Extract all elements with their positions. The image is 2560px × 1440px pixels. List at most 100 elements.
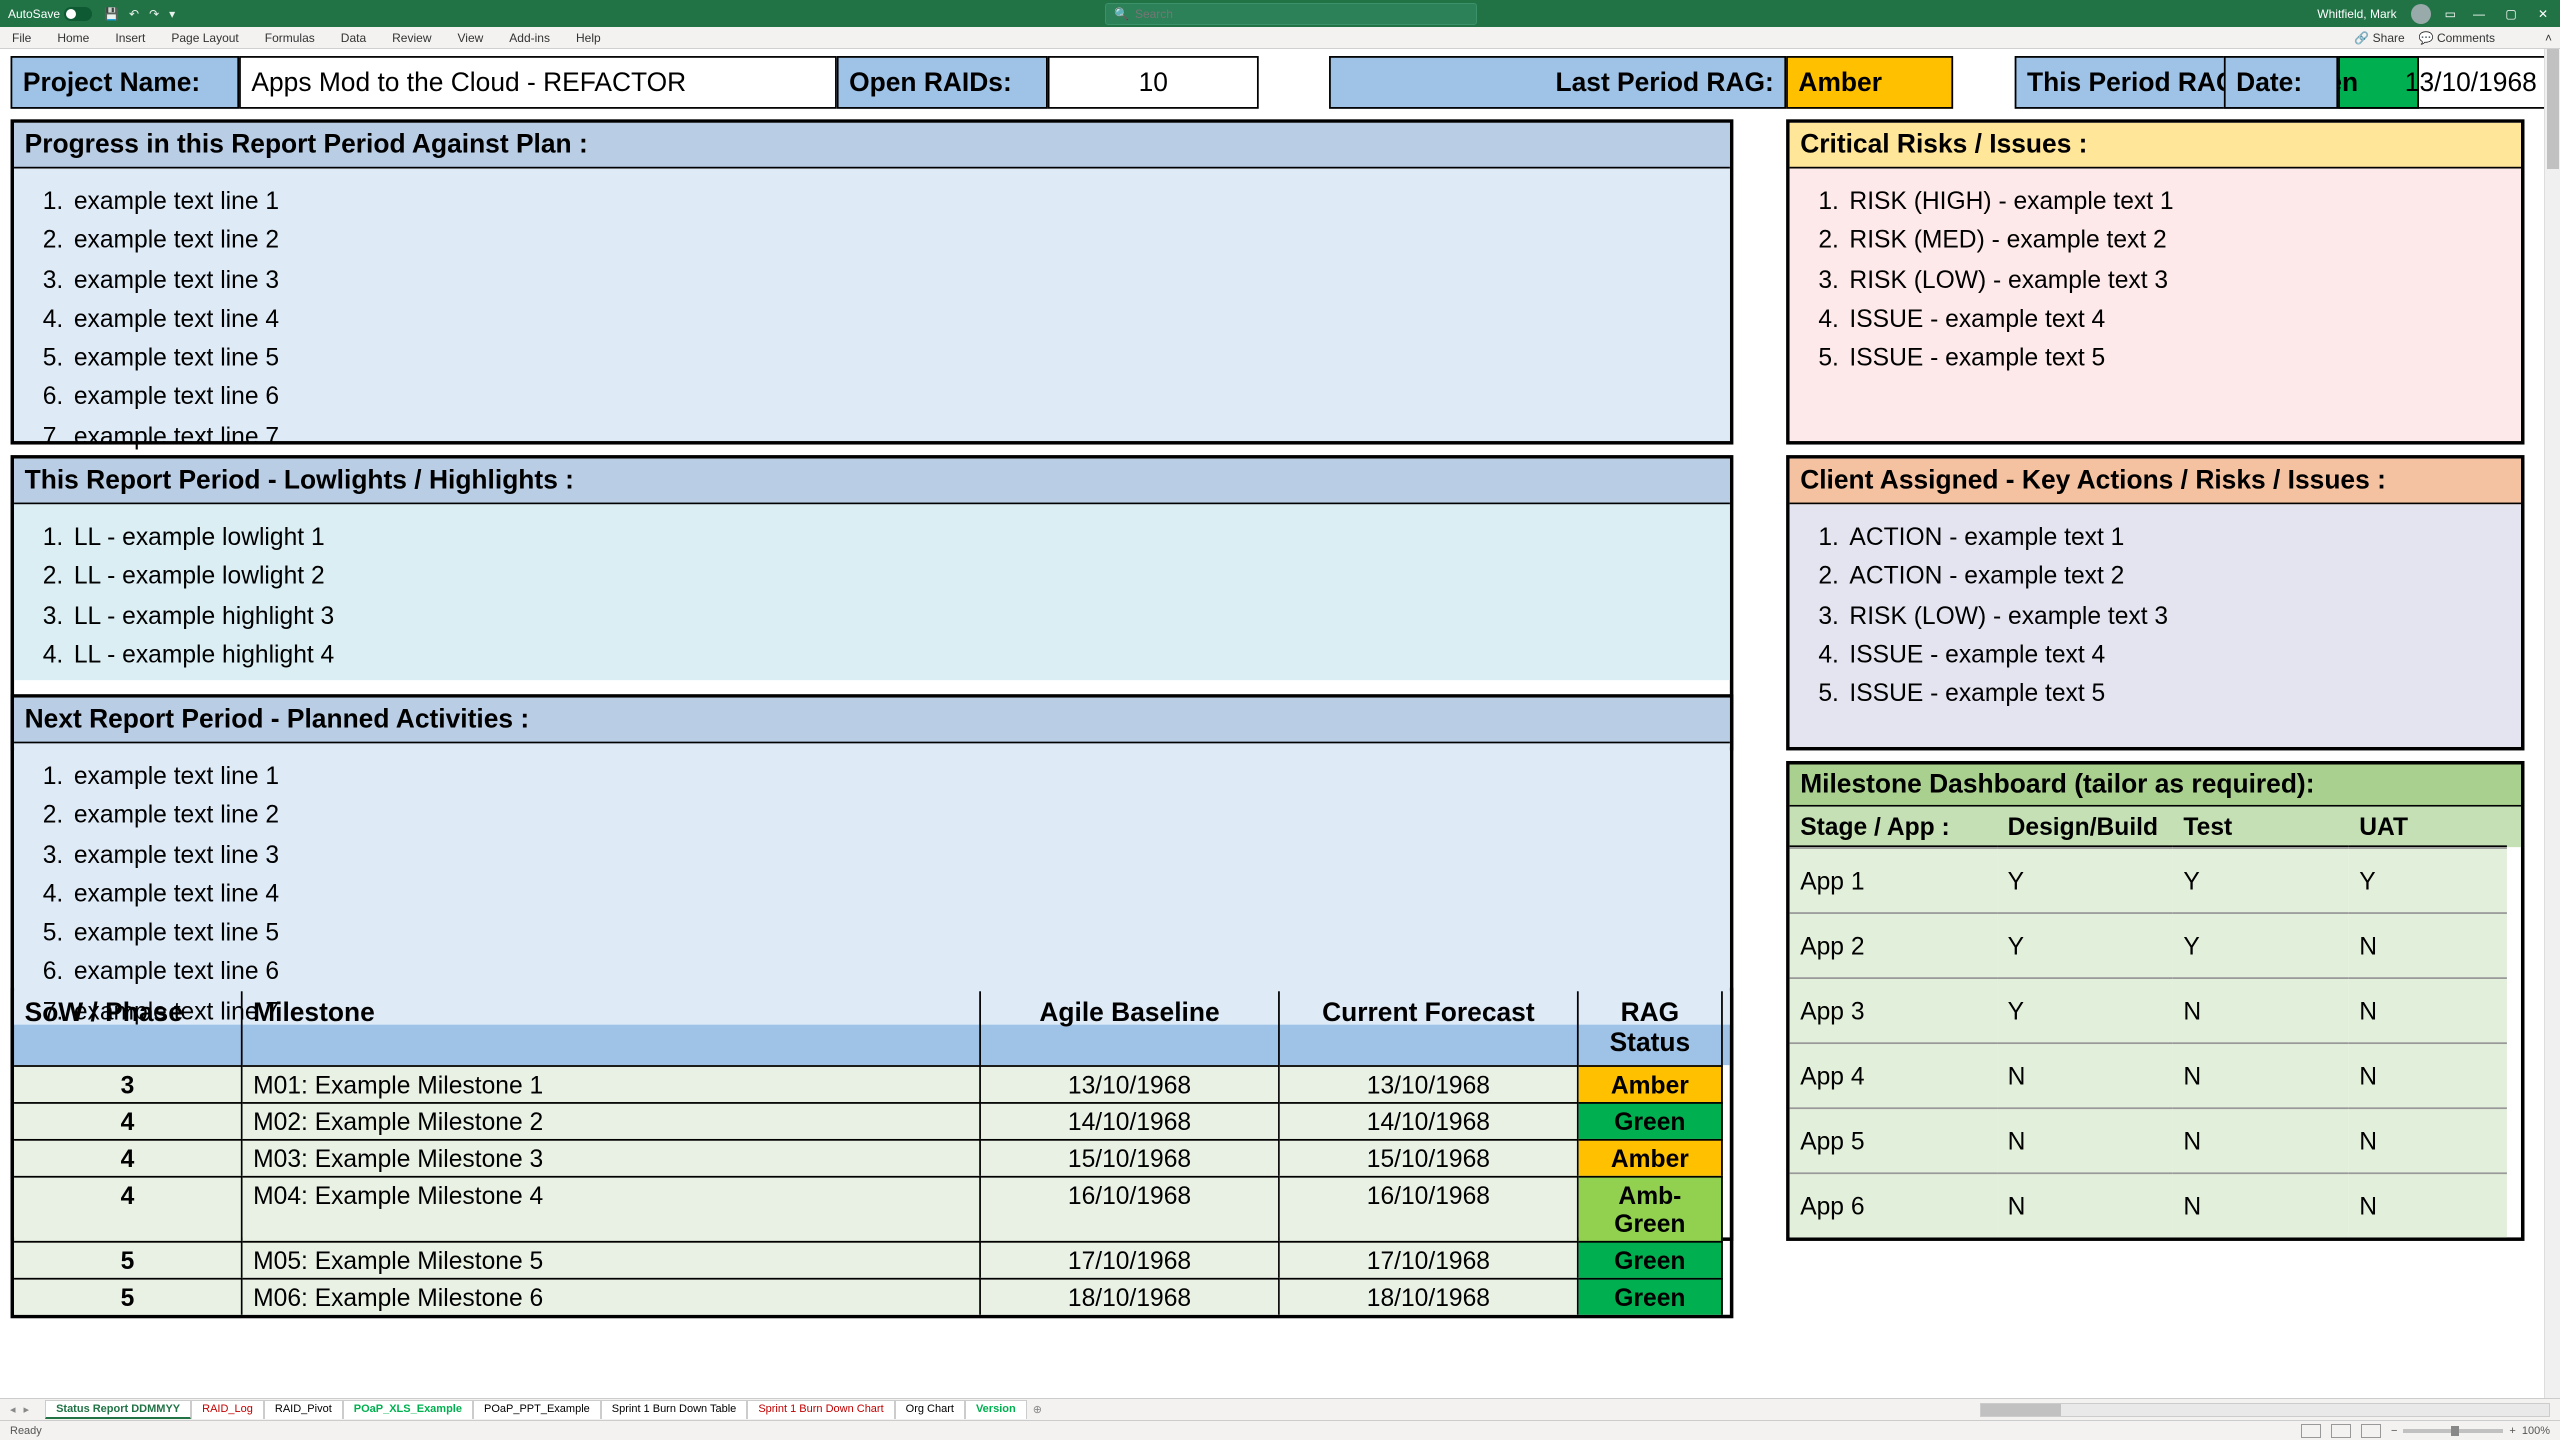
ribbon-tab-file[interactable]: File [8,29,35,47]
vertical-scrollbar[interactable] [2544,49,2560,1398]
list-item[interactable]: 2.example text line 2 [32,222,1713,258]
list-item[interactable]: 6.example text line 6 [32,379,1713,415]
mt-col-milestone[interactable]: Milestone [243,991,981,1065]
tab-nav-first-icon[interactable]: ◂ [10,1403,16,1416]
last-rag-value[interactable]: Amber [1786,56,1953,109]
table-row[interactable]: App 2YYN [1790,912,2521,977]
ribbon-mode-icon[interactable]: ▭ [2445,7,2456,21]
worksheet[interactable]: Project Name: Apps Mod to the Cloud - RE… [0,49,2560,1318]
list-item[interactable]: 4.example text line 4 [32,875,1713,911]
avatar[interactable] [2411,4,2431,24]
sheet-tab-poap-ppt-example[interactable]: POaP_PPT_Example [473,1400,601,1419]
sheet-tab-sprint-1-burn-down-table[interactable]: Sprint 1 Burn Down Table [601,1400,748,1419]
page-layout-view-icon[interactable] [2331,1424,2351,1438]
zoom-in-icon[interactable]: + [2509,1425,2515,1437]
maximize-icon[interactable]: ▢ [2502,7,2520,21]
table-row[interactable]: 4M02: Example Milestone 214/10/196814/10… [14,1102,1730,1139]
comments-button[interactable]: 💬 Comments [2419,31,2495,45]
sheet-tab-raid-log[interactable]: RAID_Log [191,1400,264,1419]
ribbon-tab-home[interactable]: Home [53,29,93,47]
table-row[interactable]: 5M05: Example Milestone 517/10/196817/10… [14,1241,1730,1278]
list-item[interactable]: 4.example text line 4 [32,300,1713,336]
mt-col-baseline[interactable]: Agile Baseline [981,991,1280,1065]
horizontal-scrollbar[interactable] [1980,1403,2550,1417]
next-title[interactable]: Next Report Period - Planned Activities … [14,698,1730,744]
sheet-tab-version[interactable]: Version [965,1400,1027,1419]
list-item[interactable]: 3.RISK (LOW) - example text 3 [1807,261,2503,297]
sheet-tab-org-chart[interactable]: Org Chart [895,1400,965,1419]
list-item[interactable]: 4.ISSUE - example text 4 [1807,300,2503,336]
list-item[interactable]: 2.RISK (MED) - example text 2 [1807,222,2503,258]
mt-col-forecast[interactable]: Current Forecast [1280,991,1579,1065]
sheet-tab-sprint-1-burn-down-chart[interactable]: Sprint 1 Burn Down Chart [747,1400,894,1419]
lowhigh-title[interactable]: This Report Period - Lowlights / Highlig… [14,459,1730,505]
project-name-value[interactable]: Apps Mod to the Cloud - REFACTOR [239,56,837,109]
dash-col-uat[interactable]: UAT [2349,807,2507,847]
dash-col-test[interactable]: Test [2173,807,2349,847]
tab-nav-last-icon[interactable]: ▸ [24,1403,30,1416]
sheet-tab-status-report-ddmmyy[interactable]: Status Report DDMMYY [45,1400,191,1419]
list-item[interactable]: 2.ACTION - example text 2 [1807,558,2503,594]
ribbon-tab-add-ins[interactable]: Add-ins [505,29,554,47]
client-title[interactable]: Client Assigned - Key Actions / Risks / … [1790,459,2521,505]
mt-col-rag[interactable]: RAG Status [1579,991,1723,1065]
project-name-label[interactable]: Project Name: [11,56,240,109]
list-item[interactable]: 1.example text line 1 [32,757,1713,793]
open-raids-label[interactable]: Open RAIDs: [837,56,1048,109]
zoom-level[interactable]: 100% [2522,1425,2550,1437]
date-label[interactable]: Date: [2224,56,2338,109]
search-input[interactable] [1135,7,1468,21]
ribbon-tab-data[interactable]: Data [337,29,370,47]
table-row[interactable]: App 5NNN [1790,1107,2521,1172]
list-item[interactable]: 3.RISK (LOW) - example text 3 [1807,597,2503,633]
zoom-out-icon[interactable]: − [2391,1425,2397,1437]
dash-col-stage[interactable]: Stage / App : [1790,807,1997,847]
dash-col-design[interactable]: Design/Build [1997,807,2173,847]
zoom-slider[interactable] [2403,1429,2503,1433]
table-row[interactable]: 4M03: Example Milestone 315/10/196815/10… [14,1139,1730,1176]
add-sheet-icon[interactable]: ⊕ [1033,1403,1042,1416]
list-item[interactable]: 4.LL - example highlight 4 [32,636,1713,672]
ribbon-tab-view[interactable]: View [454,29,488,47]
list-item[interactable]: 1.LL - example lowlight 1 [32,518,1713,554]
list-item[interactable]: 5.example text line 5 [32,339,1713,375]
list-item[interactable]: 3.example text line 3 [32,836,1713,872]
table-row[interactable]: App 6NNN [1790,1172,2521,1237]
list-item[interactable]: 6.example text line 6 [32,953,1713,989]
list-item[interactable]: 5.ISSUE - example text 5 [1807,339,2503,375]
sheet-tab-poap-xls-example[interactable]: POaP_XLS_Example [343,1400,473,1419]
table-row[interactable]: App 3YNN [1790,977,2521,1042]
sheet-tab-raid-pivot[interactable]: RAID_Pivot [264,1400,343,1419]
collapse-ribbon-icon[interactable]: ˄ [2545,31,2552,45]
user-name[interactable]: Whitfield, Mark [2317,7,2396,21]
table-row[interactable]: 3M01: Example Milestone 113/10/196813/10… [14,1065,1730,1102]
list-item[interactable]: 5.example text line 5 [32,914,1713,950]
table-row[interactable]: App 1YYY [1790,847,2521,912]
ribbon-tab-formulas[interactable]: Formulas [261,29,319,47]
list-item[interactable]: 2.example text line 2 [32,797,1713,833]
dash-title[interactable]: Milestone Dashboard (tailor as required)… [1790,765,2521,807]
list-item[interactable]: 4.ISSUE - example text 4 [1807,636,2503,672]
autosave-toggle[interactable] [64,7,92,21]
list-item[interactable]: 7.example text line 7 [32,418,1713,454]
ribbon-tab-page-layout[interactable]: Page Layout [167,29,242,47]
last-rag-label[interactable]: Last Period RAG: [1329,56,1786,109]
list-item[interactable]: 2.LL - example lowlight 2 [32,558,1713,594]
mt-col-sow[interactable]: SoW / Phase [14,991,243,1065]
save-icon[interactable]: 💾 [104,7,119,21]
list-item[interactable]: 3.example text line 3 [32,261,1713,297]
date-value[interactable]: 13/10/1968 [2338,56,2549,109]
list-item[interactable]: 1.ACTION - example text 1 [1807,518,2503,554]
ribbon-tab-insert[interactable]: Insert [111,29,149,47]
progress-title[interactable]: Progress in this Report Period Against P… [14,123,1730,169]
normal-view-icon[interactable] [2301,1424,2321,1438]
table-row[interactable]: 5M06: Example Milestone 618/10/196818/10… [14,1278,1730,1315]
table-row[interactable]: 4M04: Example Milestone 416/10/196816/10… [14,1176,1730,1241]
page-break-view-icon[interactable] [2361,1424,2381,1438]
undo-icon[interactable]: ↶ [129,7,139,21]
share-button[interactable]: 🔗 Share [2354,31,2404,45]
redo-icon[interactable]: ↷ [149,7,159,21]
customize-qat-icon[interactable]: ▾ [169,7,175,21]
list-item[interactable]: 1.example text line 1 [32,183,1713,219]
minimize-icon[interactable]: — [2470,7,2488,21]
